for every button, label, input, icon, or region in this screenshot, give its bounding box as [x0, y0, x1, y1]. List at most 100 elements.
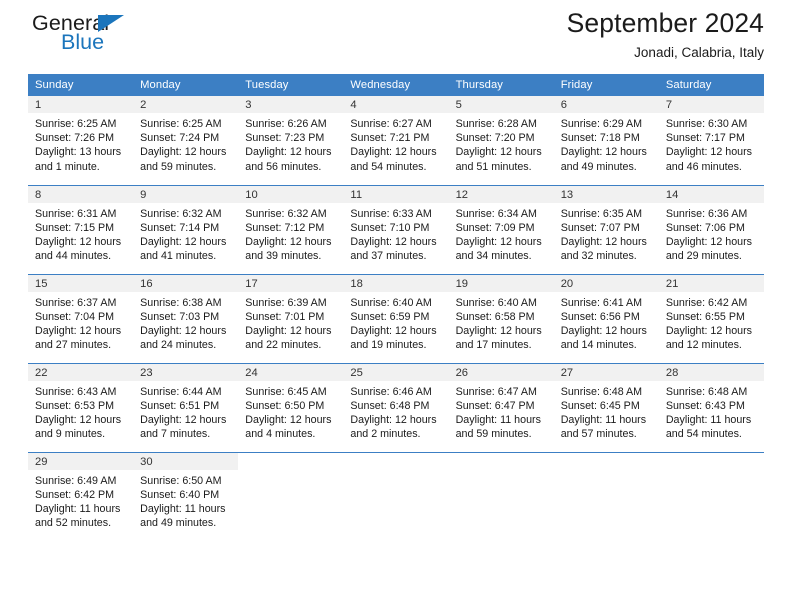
calendar-day-cell[interactable]: 14 Sunrise: 6:36 AM Sunset: 7:06 PM Dayligh… [658, 184, 764, 274]
calendar-day-cell[interactable]: 6 Sunrise: 6:29 AM Sunset: 7:18 PM Daylight… [553, 96, 659, 185]
sunset-text: Sunset: 6:45 PM [560, 399, 640, 412]
sunset-text: Sunset: 6:56 PM [560, 310, 640, 323]
daylight-text-line2: and 56 minutes. [245, 160, 322, 173]
daylight-text-line1: Daylight: 12 hours [140, 146, 227, 159]
day-number: 13 [553, 185, 659, 203]
calendar-day-cell[interactable]: 3 Sunrise: 6:26 AM Sunset: 7:23 PM Daylight… [238, 96, 344, 185]
calendar-day-cell[interactable]: 7 Sunrise: 6:30 AM Sunset: 7:17 PM Daylight… [658, 96, 764, 185]
day-details: Sunrise: 6:46 AM Sunset: 6:48 PM Daylight:… [343, 381, 448, 442]
calendar-day-cell[interactable]: 10 Sunrise: 6:32 AM Sunset: 7:12 PM Dayligh… [238, 184, 344, 274]
day-number: 30 [133, 452, 239, 470]
daylight-text-line2: and 29 minutes. [665, 250, 742, 263]
daylight-text-line2: and 9 minutes. [35, 428, 106, 441]
day-number: 16 [133, 274, 239, 292]
day-number: 25 [343, 363, 449, 381]
calendar-week-row: 15 Sunrise: 6:37 AM Sunset: 7:04 PM Dayligh… [28, 273, 764, 363]
calendar-day-cell[interactable]: 16 Sunrise: 6:38 AM Sunset: 7:03 PM Dayligh… [133, 273, 239, 363]
weekday-header-saturday: Saturday [658, 74, 764, 96]
sunset-text: Sunset: 7:26 PM [35, 132, 115, 145]
calendar-day-cell[interactable]: 12 Sunrise: 6:34 AM Sunset: 7:09 PM Dayligh… [448, 184, 554, 274]
calendar-day-cell[interactable]: 25 Sunrise: 6:46 AM Sunset: 6:48 PM Dayligh… [343, 362, 449, 452]
day-number: 29 [28, 452, 134, 470]
sunrise-text: Sunrise: 6:36 AM [665, 207, 748, 220]
daylight-text-line1: Daylight: 12 hours [140, 413, 227, 426]
sunset-text: Sunset: 7:15 PM [35, 221, 115, 234]
daylight-text-line2: and 32 minutes. [560, 250, 637, 263]
calendar-day-cell[interactable]: 29 Sunrise: 6:49 AM Sunset: 6:42 PM Dayligh… [28, 451, 134, 541]
calendar-day-cell[interactable]: 22 Sunrise: 6:43 AM Sunset: 6:53 PM Dayligh… [28, 362, 134, 452]
sunrise-text: Sunrise: 6:50 AM [140, 474, 222, 487]
calendar-day-cell[interactable]: 18 Sunrise: 6:40 AM Sunset: 6:59 PM Dayligh… [343, 273, 449, 363]
daylight-text-line2: and 12 minutes. [665, 339, 742, 352]
day-details: Sunrise: 6:32 AM Sunset: 7:14 PM Daylight:… [133, 203, 238, 264]
day-details: Sunrise: 6:38 AM Sunset: 7:03 PM Daylight:… [133, 292, 238, 353]
calendar-day-cell[interactable]: 23 Sunrise: 6:44 AM Sunset: 6:51 PM Dayligh… [133, 362, 239, 452]
sunrise-text: Sunrise: 6:39 AM [245, 296, 327, 309]
daylight-text-line1: Daylight: 12 hours [245, 324, 332, 337]
daylight-text-line2: and 46 minutes. [665, 160, 742, 173]
calendar-day-cell[interactable]: 24 Sunrise: 6:45 AM Sunset: 6:50 PM Dayligh… [238, 362, 344, 452]
daylight-text-line2: and 7 minutes. [140, 428, 211, 441]
calendar-day-cell[interactable]: 27 Sunrise: 6:48 AM Sunset: 6:45 PM Dayligh… [553, 362, 659, 452]
daylight-text-line1: Daylight: 12 hours [140, 235, 227, 248]
day-number: 10 [238, 185, 344, 203]
sunset-text: Sunset: 6:47 PM [455, 399, 535, 412]
day-number: 5 [448, 96, 554, 113]
day-number: 20 [553, 274, 659, 292]
daylight-text-line2: and 59 minutes. [455, 428, 532, 441]
daylight-text-line2: and 24 minutes. [140, 339, 217, 352]
daylight-text-line2: and 54 minutes. [665, 428, 742, 441]
daylight-text-line1: Daylight: 12 hours [665, 324, 752, 337]
sunrise-text: Sunrise: 6:46 AM [350, 385, 432, 398]
calendar-day-cell[interactable]: 28 Sunrise: 6:48 AM Sunset: 6:43 PM Dayligh… [658, 362, 764, 452]
day-details: Sunrise: 6:42 AM Sunset: 6:55 PM Daylight:… [659, 292, 764, 353]
sunrise-text: Sunrise: 6:47 AM [455, 385, 537, 398]
calendar-day-cell[interactable]: 30 Sunrise: 6:50 AM Sunset: 6:40 PM Dayligh… [133, 451, 239, 541]
calendar-day-cell[interactable]: 9 Sunrise: 6:32 AM Sunset: 7:14 PM Daylight… [133, 184, 239, 274]
calendar-day-cell[interactable]: 2 Sunrise: 6:25 AM Sunset: 7:24 PM Daylight… [133, 96, 239, 185]
daylight-text-line1: Daylight: 11 hours [665, 413, 752, 426]
sunset-text: Sunset: 7:17 PM [665, 132, 745, 145]
calendar-grid: Sunday Monday Tuesday Wednesday Thursday… [28, 74, 764, 541]
sunrise-text: Sunrise: 6:25 AM [35, 118, 117, 130]
day-number: 11 [343, 185, 449, 203]
calendar-body: 1 Sunrise: 6:25 AM Sunset: 7:26 PM Daylight… [28, 96, 764, 541]
calendar-page: General Blue September 2024 Jonadi, Cala… [0, 0, 792, 612]
calendar-day-cell[interactable]: 26 Sunrise: 6:47 AM Sunset: 6:47 PM Dayligh… [448, 362, 554, 452]
daylight-text-line2: and 22 minutes. [245, 339, 322, 352]
day-number: 12 [448, 185, 554, 203]
weekday-header-thursday: Thursday [448, 74, 554, 96]
brand-logo[interactable]: General Blue [32, 12, 162, 61]
daylight-text-line1: Daylight: 11 hours [35, 502, 121, 515]
day-number: 4 [343, 96, 449, 113]
calendar-day-cell[interactable]: 19 Sunrise: 6:40 AM Sunset: 6:58 PM Dayligh… [448, 273, 554, 363]
sunset-text: Sunset: 6:51 PM [140, 399, 220, 412]
calendar-day-cell[interactable]: 11 Sunrise: 6:33 AM Sunset: 7:10 PM Dayligh… [343, 184, 449, 274]
daylight-text-line1: Daylight: 12 hours [140, 324, 227, 337]
daylight-text-line2: and 17 minutes. [455, 339, 532, 352]
calendar-day-cell[interactable]: 20 Sunrise: 6:41 AM Sunset: 6:56 PM Dayligh… [553, 273, 659, 363]
calendar-day-cell[interactable]: 8 Sunrise: 6:31 AM Sunset: 7:15 PM Daylight… [28, 184, 134, 274]
sunrise-text: Sunrise: 6:26 AM [245, 118, 327, 130]
daylight-text-line1: Daylight: 12 hours [35, 235, 122, 248]
calendar-day-cell[interactable]: 13 Sunrise: 6:35 AM Sunset: 7:07 PM Dayligh… [553, 184, 659, 274]
calendar-day-cell[interactable]: 17 Sunrise: 6:39 AM Sunset: 7:01 PM Dayligh… [238, 273, 344, 363]
day-details: Sunrise: 6:32 AM Sunset: 7:12 PM Daylight:… [238, 203, 343, 264]
sunrise-text: Sunrise: 6:32 AM [245, 207, 327, 220]
sunrise-text: Sunrise: 6:30 AM [665, 118, 748, 130]
calendar-day-cell[interactable]: 15 Sunrise: 6:37 AM Sunset: 7:04 PM Dayligh… [28, 273, 134, 363]
day-details: Sunrise: 6:45 AM Sunset: 6:50 PM Daylight:… [238, 381, 343, 442]
daylight-text-line2: and 1 minute. [35, 160, 100, 173]
day-details: Sunrise: 6:47 AM Sunset: 6:47 PM Daylight:… [449, 381, 554, 442]
calendar-day-cell[interactable]: 5 Sunrise: 6:28 AM Sunset: 7:20 PM Daylight… [448, 96, 554, 185]
day-number: 19 [448, 274, 554, 292]
calendar-day-cell[interactable]: 1 Sunrise: 6:25 AM Sunset: 7:26 PM Daylight… [28, 96, 134, 185]
day-number: 14 [658, 185, 764, 203]
daylight-text-line2: and 51 minutes. [455, 160, 532, 173]
calendar-day-cell[interactable]: 21 Sunrise: 6:42 AM Sunset: 6:55 PM Dayligh… [658, 273, 764, 363]
calendar-day-cell[interactable]: 4 Sunrise: 6:27 AM Sunset: 7:21 PM Daylight… [343, 96, 449, 185]
day-number-empty [448, 452, 554, 470]
weekday-header-row: Sunday Monday Tuesday Wednesday Thursday… [28, 74, 764, 96]
day-details: Sunrise: 6:43 AM Sunset: 6:53 PM Daylight:… [28, 381, 133, 442]
calendar-week-row: 29 Sunrise: 6:49 AM Sunset: 6:42 PM Dayligh… [28, 451, 764, 541]
